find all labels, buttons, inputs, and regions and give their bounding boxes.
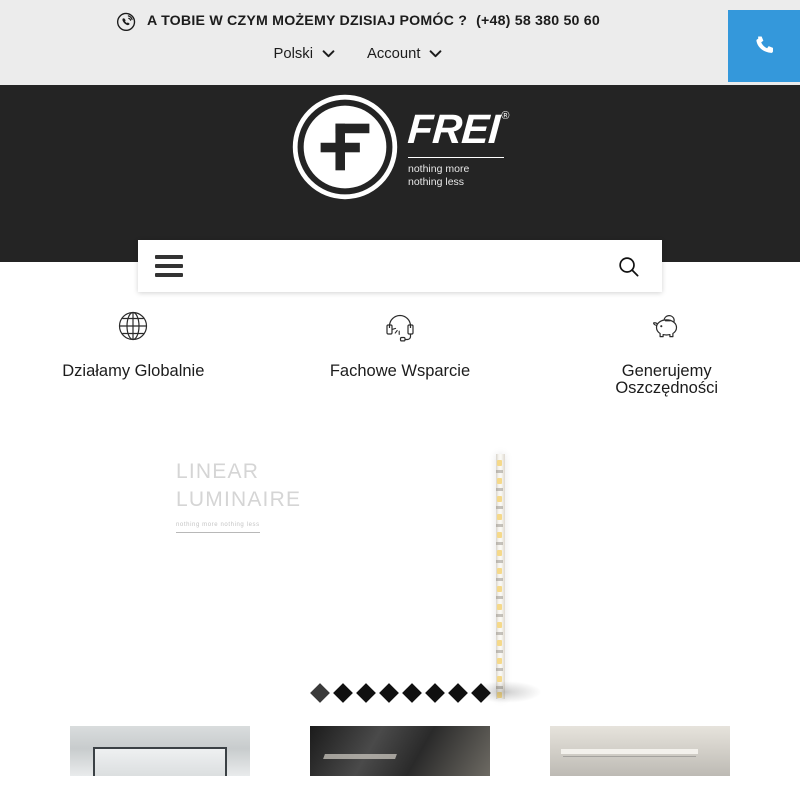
contact-info: A TOBIE W CZYM MOŻEMY DZISIAJ POMÓC ? (+… bbox=[0, 10, 716, 32]
site-header: FREI ® nothing more nothing less bbox=[0, 85, 800, 262]
top-nav: Polski Account bbox=[0, 46, 716, 62]
feature-savings: Generujemy Oszczędności bbox=[533, 308, 800, 438]
carousel-dot-8[interactable] bbox=[470, 683, 491, 703]
carousel-dot-1[interactable] bbox=[309, 683, 330, 703]
search-icon[interactable] bbox=[617, 255, 640, 278]
site-logo[interactable]: FREI ® nothing more nothing less bbox=[292, 94, 510, 200]
feature-global: Działamy Globalnie bbox=[0, 308, 267, 438]
brand-name: FREI bbox=[406, 105, 502, 152]
phone-handset-icon bbox=[756, 36, 773, 53]
card-industrial-dark[interactable] bbox=[310, 726, 490, 776]
top-utility-bar: A TOBIE W CZYM MOŻEMY DZISIAJ POMÓC ? (+… bbox=[0, 0, 800, 85]
slide-title: LINEAR LUMINAIRE bbox=[176, 460, 302, 511]
hero-carousel: LINEAR LUMINAIRE nothing more nothing le… bbox=[0, 446, 800, 726]
carousel-dot-2[interactable] bbox=[332, 683, 353, 703]
feature-global-label: Działamy Globalnie bbox=[62, 362, 205, 380]
led-strip-product-image[interactable] bbox=[492, 454, 512, 699]
carousel-dot-7[interactable] bbox=[447, 683, 468, 703]
feature-support-label: Fachowe Wsparcie bbox=[329, 362, 471, 380]
search-bar[interactable] bbox=[138, 240, 662, 292]
language-selector[interactable]: Polski bbox=[274, 46, 335, 62]
logo-divider bbox=[408, 156, 504, 158]
carousel-dot-5[interactable] bbox=[401, 683, 422, 703]
globe-icon bbox=[116, 308, 150, 344]
slide-text-block: LINEAR LUMINAIRE nothing more nothing le… bbox=[176, 458, 356, 534]
frei-circle-f-logo-icon bbox=[292, 94, 398, 200]
image-card-row bbox=[0, 726, 800, 776]
headset-icon bbox=[383, 308, 417, 344]
registered-mark: ® bbox=[501, 109, 510, 122]
carousel-dots bbox=[0, 683, 800, 703]
slide-subtitle: nothing more nothing less bbox=[176, 522, 260, 534]
carousel-dot-6[interactable] bbox=[424, 683, 445, 703]
contact-phone-number[interactable]: (+48) 58 380 50 60 bbox=[476, 13, 600, 29]
card-cleanroom-interior[interactable] bbox=[70, 726, 250, 776]
logo-tagline-line2: nothing less bbox=[408, 176, 465, 188]
card-linear-pendant[interactable] bbox=[550, 726, 730, 776]
feature-highlights: Działamy Globalnie Fachowe Wsparcie Gene… bbox=[0, 308, 800, 438]
feature-savings-label: Generujemy Oszczędności bbox=[615, 362, 719, 398]
logo-wordmark: FREI ® nothing more nothing less bbox=[406, 105, 510, 190]
carousel-dot-4[interactable] bbox=[378, 683, 399, 703]
chevron-down-icon bbox=[430, 50, 442, 58]
chevron-down-icon bbox=[322, 50, 335, 58]
account-menu-label: Account bbox=[367, 46, 421, 62]
piggy-bank-icon bbox=[650, 308, 684, 344]
hamburger-menu-icon[interactable] bbox=[155, 255, 183, 277]
contact-message: A TOBIE W CZYM MOŻEMY DZISIAJ POMÓC ? bbox=[147, 13, 468, 29]
account-menu[interactable]: Account bbox=[367, 46, 442, 62]
logo-tagline-line1: nothing more bbox=[408, 162, 470, 175]
language-selector-label: Polski bbox=[273, 46, 313, 62]
feature-support: Fachowe Wsparcie bbox=[267, 308, 534, 438]
carousel-dot-3[interactable] bbox=[355, 683, 376, 703]
phone-circle-icon bbox=[116, 12, 136, 32]
call-us-button[interactable] bbox=[728, 10, 800, 82]
